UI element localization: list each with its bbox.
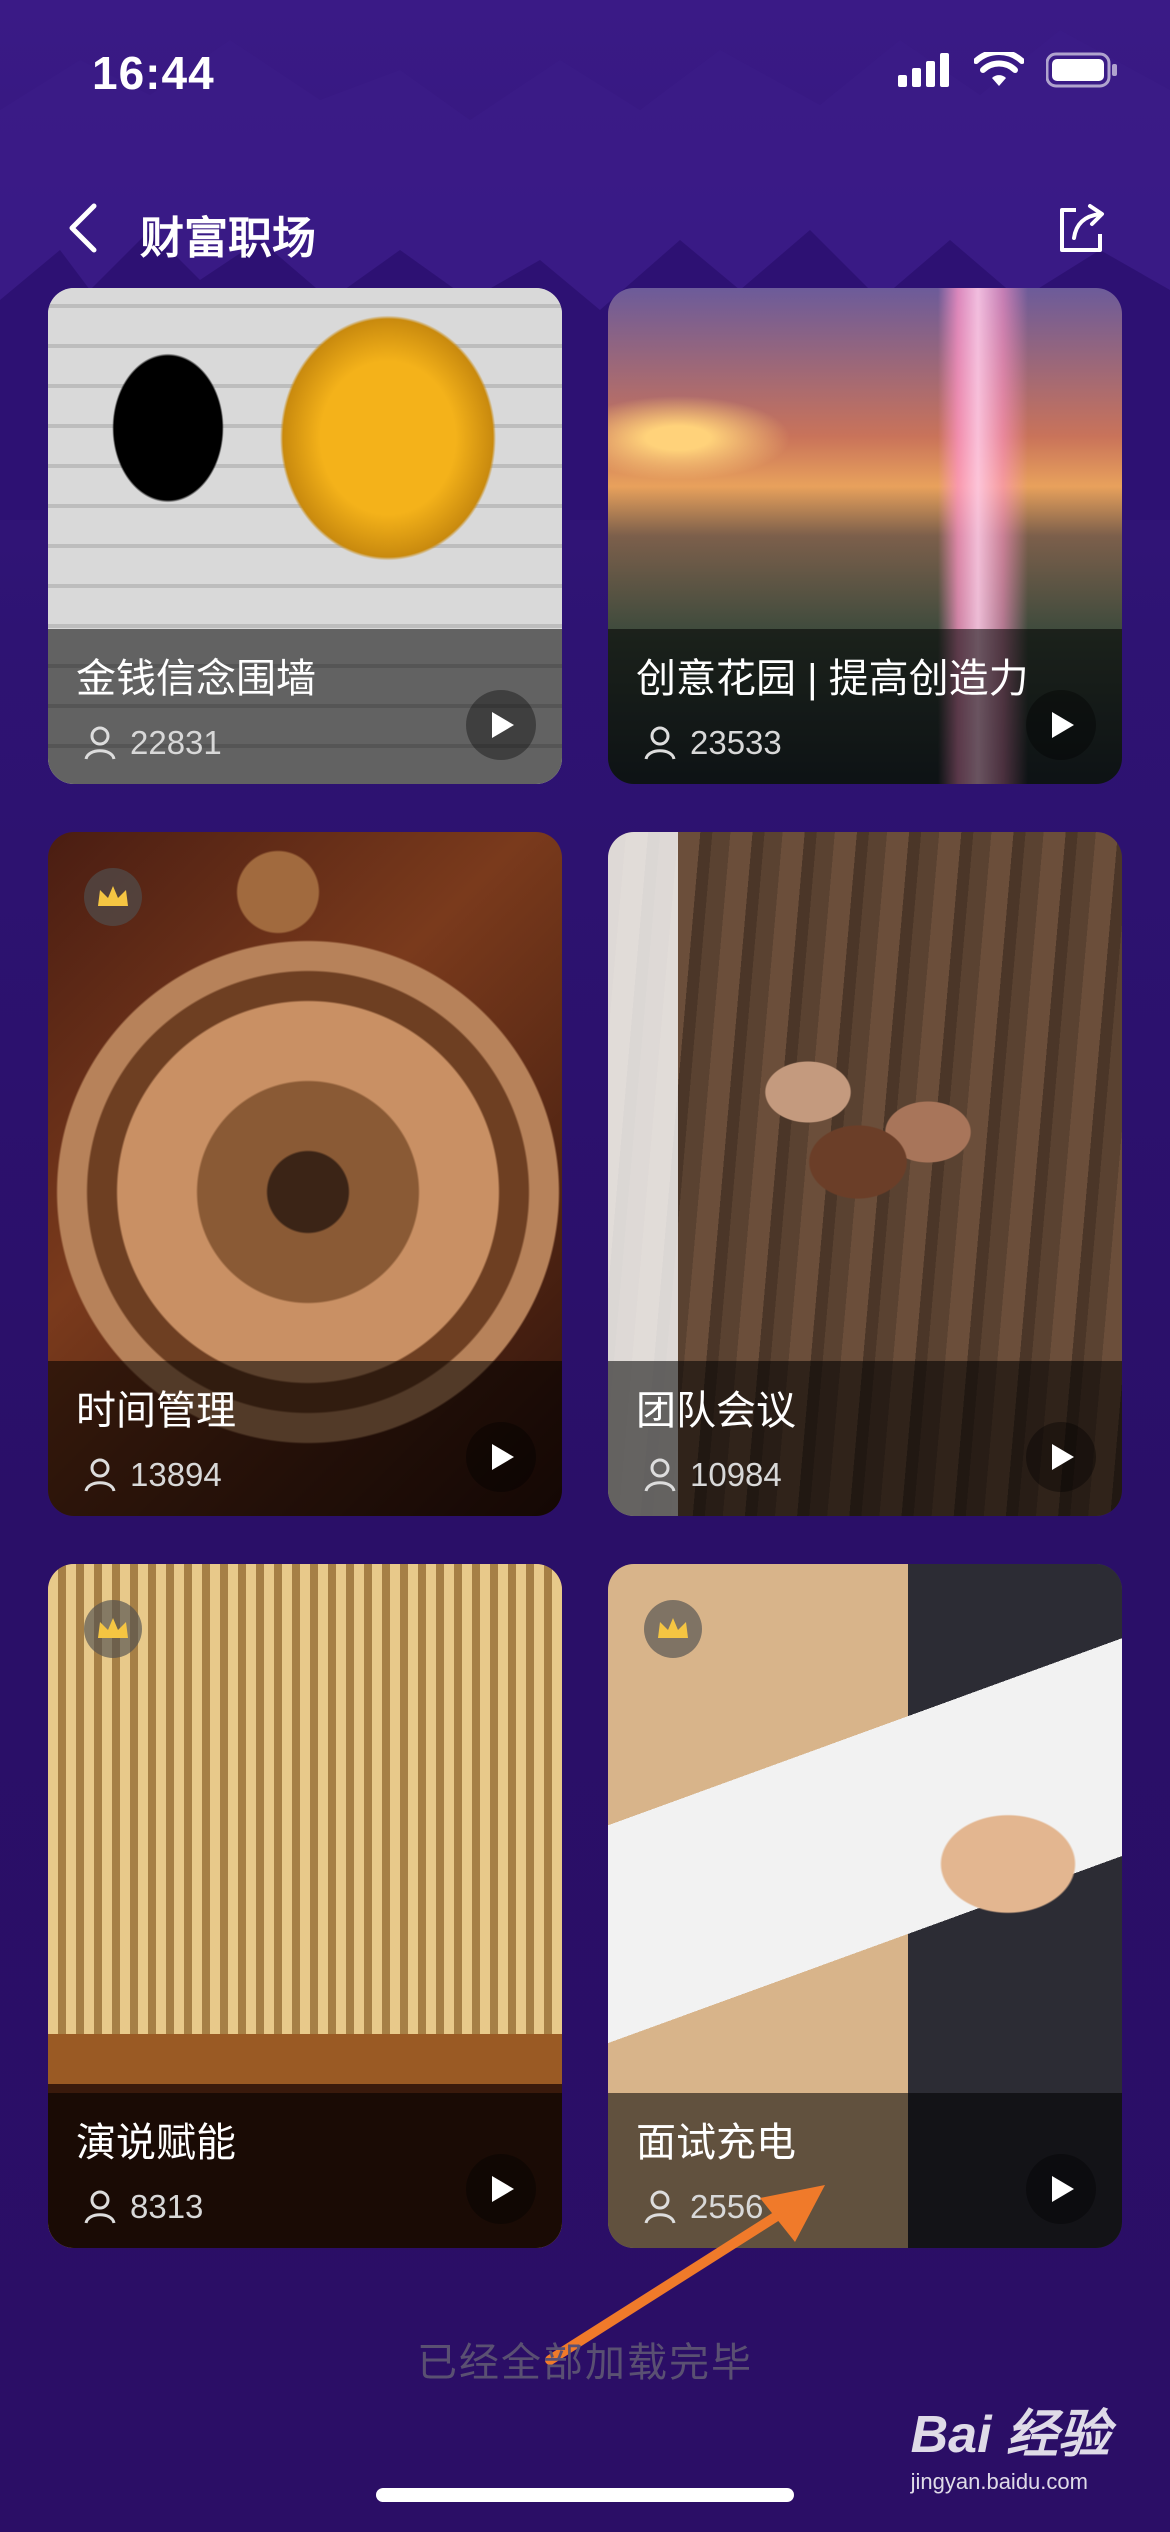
watermark-logo: Bai 经验	[910, 2406, 1110, 2464]
course-card[interactable]: 面试充电 2556	[608, 1564, 1122, 2248]
user-icon	[84, 726, 116, 760]
user-icon	[644, 1458, 676, 1492]
nav-bar: 财富职场	[0, 170, 1170, 290]
play-icon	[1052, 1444, 1074, 1470]
share-icon[interactable]	[1050, 196, 1114, 260]
vip-crown-badge	[644, 1600, 702, 1658]
wifi-icon	[974, 52, 1024, 86]
play-icon	[1052, 712, 1074, 738]
course-card[interactable]: 金钱信念围墙 22831	[48, 288, 562, 784]
card-count-value: 8313	[130, 2188, 204, 2225]
vip-crown-badge	[84, 1600, 142, 1658]
play-icon	[492, 2176, 514, 2202]
play-button[interactable]	[466, 690, 536, 760]
card-count-value: 22831	[130, 724, 222, 761]
course-card[interactable]: 创意花园 | 提高创造力 23533	[608, 288, 1122, 784]
play-button[interactable]	[466, 1422, 536, 1492]
watermark: Bai 经验 jingyan.baidu.com	[911, 2392, 1110, 2495]
card-title: 演说赋能	[76, 2121, 236, 2165]
card-count: 8313	[84, 2188, 203, 2226]
course-card[interactable]: 团队会议 10984	[608, 832, 1122, 1516]
battery-icon	[1046, 52, 1117, 88]
crown-icon	[98, 1618, 128, 1638]
card-count-value: 10984	[690, 1456, 782, 1493]
card-title: 时间管理	[76, 1389, 236, 1433]
card-count-value: 23533	[690, 724, 782, 761]
card-count-value: 13894	[130, 1456, 222, 1493]
status-bar: 16:44	[0, 0, 1170, 150]
play-button[interactable]	[1026, 1422, 1096, 1492]
play-button[interactable]	[1026, 2154, 1096, 2224]
course-card[interactable]: 演说赋能 8313	[48, 1564, 562, 2248]
user-icon	[84, 2190, 116, 2224]
card-title: 创意花园 | 提高创造力	[636, 657, 1029, 701]
status-icons	[898, 52, 1118, 88]
card-title: 金钱信念围墙	[76, 657, 316, 701]
card-title: 团队会议	[636, 1389, 796, 1433]
play-icon	[492, 1444, 514, 1470]
vip-crown-badge	[84, 868, 142, 926]
home-indicator[interactable]	[376, 2488, 794, 2502]
user-icon	[644, 726, 676, 760]
user-icon	[84, 1458, 116, 1492]
watermark-url: jingyan.baidu.com	[910, 2469, 1088, 2494]
back-icon[interactable]	[56, 198, 116, 258]
card-count: 22831	[84, 724, 222, 762]
play-button[interactable]	[1026, 690, 1096, 760]
card-count: 13894	[84, 1456, 222, 1494]
signal-icon	[898, 53, 949, 87]
crown-icon	[658, 1618, 688, 1638]
card-count: 23533	[644, 724, 782, 762]
course-card[interactable]: 时间管理 13894	[48, 832, 562, 1516]
card-count: 10984	[644, 1456, 782, 1494]
page-title: 财富职场	[140, 214, 316, 263]
end-of-list-text: 已经全部加载完毕	[417, 2341, 753, 2385]
crown-icon	[98, 886, 128, 906]
status-time: 16:44	[92, 47, 215, 99]
play-icon	[492, 712, 514, 738]
play-icon	[1052, 2176, 1074, 2202]
